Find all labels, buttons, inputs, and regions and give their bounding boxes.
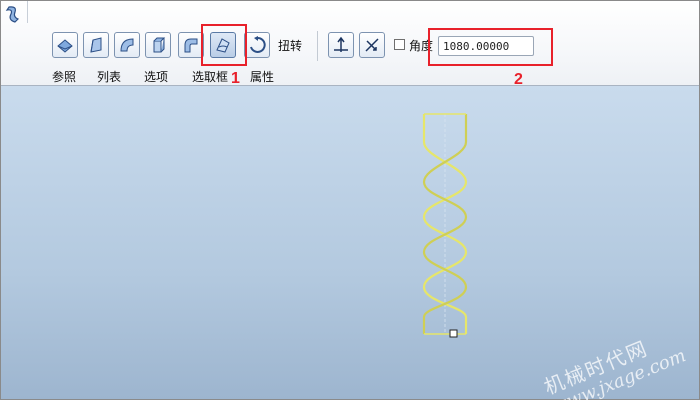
swept-blend-button[interactable] — [83, 32, 109, 58]
pipe-icon — [184, 38, 198, 53]
flip-axis-button[interactable] — [359, 32, 385, 58]
tab-selection-box[interactable]: 选取框 — [192, 68, 228, 85]
tab-options[interactable]: 选项 — [144, 68, 168, 85]
annotation-box-1 — [201, 24, 247, 66]
blend-surface-icon — [57, 39, 73, 53]
rotate-icon — [250, 36, 266, 53]
round-surface-button[interactable] — [114, 32, 140, 58]
angle-checkbox[interactable] — [394, 39, 405, 50]
app-icon-divider — [27, 1, 28, 23]
extrude-block-button[interactable] — [145, 32, 171, 58]
watermark: 机械时代网 www.jxage.com — [541, 325, 689, 419]
graphics-viewport[interactable]: 机械时代网 www.jxage.com — [1, 86, 699, 418]
rotate-button[interactable] — [244, 32, 270, 58]
normal-direction-icon — [334, 36, 348, 52]
annotation-box-2 — [428, 28, 553, 66]
dashboard-toolbar: 扭转 角度 参照 列表 选项 选取框 属性 — [1, 1, 699, 86]
tab-properties[interactable]: 属性 — [250, 68, 274, 85]
tab-references[interactable]: 参照 — [52, 68, 76, 85]
twist-label: 扭转 — [278, 39, 303, 53]
annotation-label-1: 1 — [231, 70, 240, 87]
blend-surface-button[interactable] — [52, 32, 78, 58]
flip-axis-icon — [365, 38, 379, 52]
round-surface-icon — [120, 38, 134, 52]
extrude-block-icon — [153, 37, 166, 53]
twisted-sweep-model[interactable] — [419, 112, 471, 340]
swept-blend-icon — [90, 37, 102, 53]
tab-list[interactable]: 列表 — [97, 68, 121, 85]
annotation-label-2: 2 — [514, 71, 523, 88]
sweep-app-icon[interactable] — [3, 4, 23, 24]
normal-direction-button[interactable] — [328, 32, 354, 58]
toolbar-divider — [317, 31, 318, 61]
